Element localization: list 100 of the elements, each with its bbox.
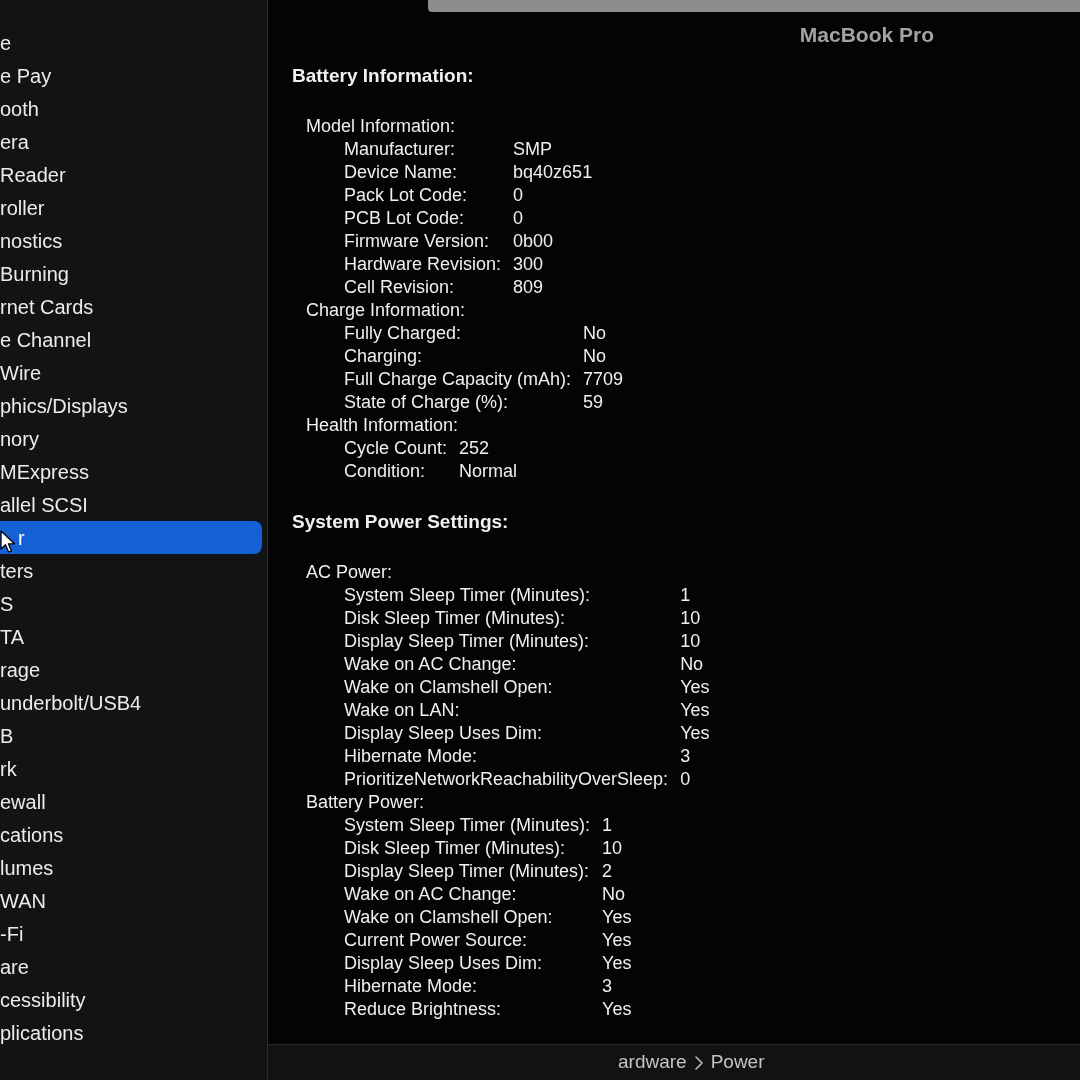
sidebar-item[interactable]: e Channel [0, 323, 92, 356]
property-label: Display Sleep Uses Dim: [344, 722, 544, 745]
property-value: Yes [680, 699, 710, 722]
property-label: Wake on Clamshell Open: [344, 676, 554, 699]
sidebar-item[interactable]: WAN [0, 884, 46, 917]
property-label: Disk Sleep Timer (Minutes): [344, 607, 567, 630]
property-value: 0 [513, 207, 525, 230]
sidebar-item[interactable]: Wire [0, 356, 42, 389]
sidebar-item[interactable]: phics/Displays [0, 389, 128, 422]
sidebar-item[interactable]: r [0, 521, 262, 554]
section-heading: System Power Settings: [292, 510, 509, 533]
property-value: 0 [680, 768, 692, 791]
property-label: Charging: [344, 345, 424, 368]
sidebar-item[interactable]: e Pay [0, 59, 52, 92]
sidebar-item[interactable]: lumes [0, 851, 54, 884]
property-value: 7709 [583, 368, 624, 391]
property-value: 3 [680, 745, 692, 768]
sidebar-item[interactable]: are [0, 950, 29, 983]
sidebar-item[interactable]: rnet Cards [0, 290, 94, 323]
property-label: Hibernate Mode: [344, 975, 479, 998]
property-value: 3 [602, 975, 614, 998]
property-value: 59 [583, 391, 605, 414]
sidebar-item[interactable]: cessibility [0, 983, 86, 1016]
property-label: Display Sleep Timer (Minutes): [344, 630, 591, 653]
property-label: Wake on Clamshell Open: [344, 906, 554, 929]
sidebar-item[interactable]: Burning [0, 257, 69, 290]
group-heading: Charge Information: [306, 299, 466, 322]
property-label: Cycle Count: [344, 437, 448, 460]
property-value: 252 [459, 437, 491, 460]
path-item[interactable]: Power [710, 1048, 765, 1077]
property-value: Normal [459, 460, 518, 483]
property-value: Yes [680, 722, 710, 745]
sidebar-item[interactable]: MExpress [0, 455, 89, 488]
sidebar-item[interactable]: roller [0, 191, 45, 224]
property-value: No [602, 883, 627, 906]
sidebar-item[interactable]: rage [0, 653, 41, 686]
property-label: System Sleep Timer (Minutes): [344, 814, 591, 837]
property-value: No [583, 345, 608, 368]
sidebar-item[interactable]: B [0, 719, 14, 752]
property-value: Yes [602, 998, 632, 1021]
property-label: Pack Lot Code: [344, 184, 469, 207]
sidebar-item[interactable]: allel SCSI [0, 488, 88, 521]
property-value: 10 [602, 837, 624, 860]
path-item[interactable]: ardware [618, 1048, 687, 1077]
property-label: Wake on LAN: [344, 699, 461, 722]
property-label: Wake on AC Change: [344, 653, 518, 676]
property-label: PCB Lot Code: [344, 207, 466, 230]
property-label: Disk Sleep Timer (Minutes): [344, 837, 567, 860]
property-value: Yes [680, 676, 710, 699]
property-label: Hardware Revision: [344, 253, 502, 276]
mouse-pointer-icon [0, 529, 16, 554]
property-value: 809 [513, 276, 545, 299]
sidebar-item[interactable]: nory [0, 422, 39, 455]
sidebar-item[interactable]: era [0, 125, 29, 158]
chevron-right-icon [694, 1055, 703, 1070]
group-heading: Health Information: [306, 414, 459, 437]
sidebar-item[interactable]: ters [0, 554, 34, 587]
sidebar-item[interactable]: rk [0, 752, 17, 785]
property-value: 10 [680, 630, 702, 653]
sidebar-item[interactable]: -Fi [0, 917, 24, 950]
sidebar-item[interactable]: underbolt/USB4 [0, 686, 142, 719]
sidebar-item[interactable]: Reader [0, 158, 66, 191]
sidebar-item[interactable]: TA [0, 620, 25, 653]
group-heading: Model Information: [306, 115, 456, 138]
property-label: Firmware Version: [344, 230, 491, 253]
sidebar-item[interactable]: ooth [0, 92, 39, 125]
property-value: Yes [602, 952, 632, 975]
property-value: 0b00 [513, 230, 555, 253]
property-label: Wake on AC Change: [344, 883, 518, 906]
property-label: Display Sleep Timer (Minutes): [344, 860, 591, 883]
property-value: 2 [602, 860, 614, 883]
section-heading: Battery Information: [292, 64, 474, 87]
property-label: Hibernate Mode: [344, 745, 479, 768]
property-value: Yes [602, 906, 632, 929]
property-label: Manufacturer: [344, 138, 457, 161]
property-value: No [680, 653, 705, 676]
window-title: MacBook Pro [799, 22, 934, 49]
sidebar-item[interactable]: cations [0, 818, 64, 851]
property-value: 0 [513, 184, 525, 207]
sidebar-item[interactable]: nostics [0, 224, 63, 257]
sidebar-item[interactable]: e [0, 26, 12, 59]
property-label: Display Sleep Uses Dim: [344, 952, 544, 975]
sidebar-item[interactable]: S [0, 587, 14, 620]
property-label: System Sleep Timer (Minutes): [344, 584, 592, 607]
property-value: No [583, 322, 608, 345]
property-value: 1 [602, 814, 614, 837]
property-label: Condition: [344, 460, 427, 483]
group-heading: AC Power: [306, 561, 393, 584]
property-label: Fully Charged: [344, 322, 463, 345]
property-label: Device Name: [344, 161, 459, 184]
property-value: 1 [680, 584, 692, 607]
sidebar-item[interactable]: plications [0, 1016, 84, 1049]
property-value: 10 [680, 607, 702, 630]
property-value: 300 [513, 253, 545, 276]
property-label: State of Charge (%): [344, 391, 510, 414]
property-value: bq40z651 [513, 161, 593, 184]
group-heading: Battery Power: [306, 791, 425, 814]
property-label: Cell Revision: [344, 276, 456, 299]
property-label: Full Charge Capacity (mAh): [344, 368, 572, 391]
sidebar-item[interactable]: ewall [0, 785, 46, 818]
